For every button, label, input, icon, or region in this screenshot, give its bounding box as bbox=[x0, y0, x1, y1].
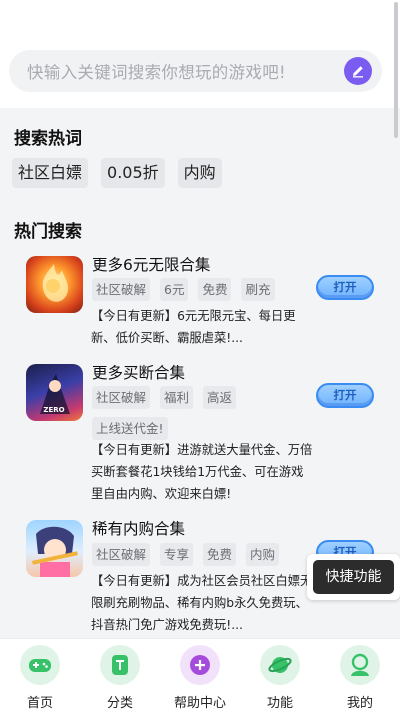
game-description: 【今日有更新】进游就送大量代金、万倍买断套餐花1块钱给1万代金、可在游戏里自由内… bbox=[91, 443, 313, 501]
header: 快输入关键词搜索你想玩的游戏吧! bbox=[0, 0, 400, 108]
game-tag: 免费 bbox=[198, 278, 232, 301]
svg-text:ZERO: ZERO bbox=[43, 406, 64, 414]
bottom-tab-bar: 首页 分类 帮助中心 功能 我的 bbox=[0, 638, 400, 711]
plus-icon bbox=[180, 645, 220, 685]
search-input[interactable]: 快输入关键词搜索你想玩的游戏吧! bbox=[27, 59, 286, 83]
hot-word-chip[interactable]: 社区白嫖 bbox=[12, 158, 89, 188]
zero-hero-game-icon: ZERO bbox=[26, 364, 83, 421]
category-icon bbox=[100, 645, 140, 685]
game-tag: 社区破解 bbox=[92, 278, 151, 301]
hot-word-chip[interactable]: 内购 bbox=[177, 158, 222, 188]
game-tag: 免费 bbox=[203, 543, 237, 566]
game-tag: 刷充 bbox=[241, 278, 275, 301]
tab-home[interactable]: 首页 bbox=[0, 639, 80, 711]
tab-function[interactable]: 功能 bbox=[240, 639, 320, 711]
game-tags: 社区破解 6元 免费 刷充 bbox=[92, 278, 292, 301]
tab-label: 功能 bbox=[266, 696, 293, 711]
game-tag: 福利 bbox=[160, 386, 194, 409]
game-tag: 内购 bbox=[246, 543, 280, 566]
game-tag: 6元 bbox=[160, 278, 189, 301]
scrollbar[interactable] bbox=[394, 2, 398, 138]
game-tag: 专享 bbox=[160, 543, 194, 566]
hot-word-chip[interactable]: 0.05折 bbox=[101, 158, 165, 188]
quick-function-button[interactable]: 快捷功能 bbox=[307, 554, 400, 600]
fire-warrior-game-icon bbox=[26, 256, 83, 313]
game-description: 【今日有更新】6元无限元宝、每日更新、低价买断、霸服虐菜!... bbox=[91, 309, 296, 345]
game-tag: 上线送代金! bbox=[92, 417, 168, 440]
edit-icon[interactable] bbox=[344, 57, 372, 85]
search-bar[interactable]: 快输入关键词搜索你想玩的游戏吧! bbox=[9, 50, 382, 92]
user-icon bbox=[340, 645, 380, 685]
game-name: 更多买断合集 bbox=[92, 364, 186, 382]
tab-mine[interactable]: 我的 bbox=[320, 639, 400, 711]
planet-icon bbox=[260, 645, 300, 685]
hot-words-title: 搜索热词 bbox=[14, 129, 82, 149]
hot-search-title: 热门搜索 bbox=[14, 222, 82, 242]
tab-label: 帮助中心 bbox=[173, 696, 226, 711]
open-button[interactable]: 打开 bbox=[316, 383, 374, 408]
tab-label: 分类 bbox=[106, 696, 133, 711]
game-description: 【今日有更新】成为社区会员社区白嫖无限刷充刷物品、稀有内购b永久免费玩、抖音热门… bbox=[91, 574, 313, 632]
quick-function-label: 快捷功能 bbox=[313, 560, 394, 594]
gamepad-icon bbox=[20, 645, 60, 685]
game-tag: 社区破解 bbox=[92, 386, 151, 409]
game-tags: 社区破解 专享 免费 内购 bbox=[92, 543, 292, 566]
hot-words-list: 社区白嫖 0.05折 内购 bbox=[12, 158, 222, 188]
game-tag: 社区破解 bbox=[92, 543, 151, 566]
tab-category[interactable]: 分类 bbox=[80, 639, 160, 711]
tab-label: 我的 bbox=[346, 696, 373, 711]
game-name: 更多6元无限合集 bbox=[92, 256, 211, 274]
tab-label: 首页 bbox=[26, 696, 53, 711]
tab-help-center[interactable]: 帮助中心 bbox=[160, 639, 240, 711]
game-tags: 社区破解 福利 高返 上线送代金! bbox=[92, 386, 292, 440]
open-button[interactable]: 打开 bbox=[316, 275, 374, 300]
game-tag: 高返 bbox=[203, 386, 237, 409]
anime-girl-game-icon bbox=[26, 520, 83, 577]
game-name: 稀有内购合集 bbox=[92, 520, 186, 538]
